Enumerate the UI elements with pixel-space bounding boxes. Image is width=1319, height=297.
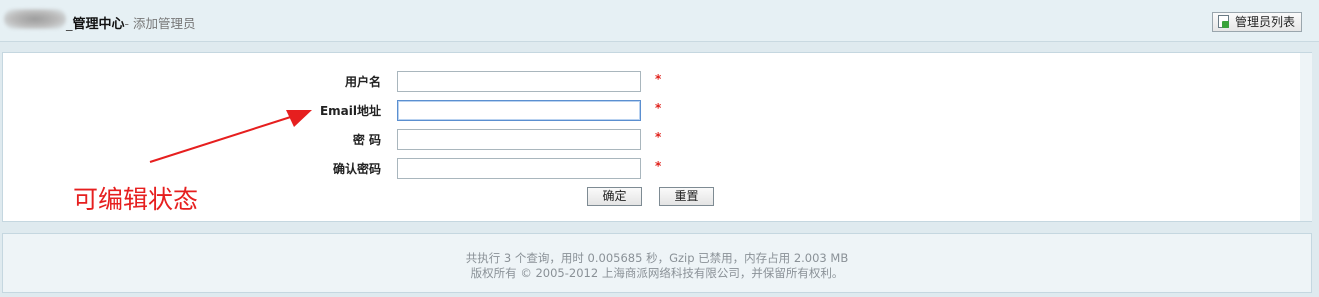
confirm-password-required-mark: *: [655, 159, 662, 173]
page-title: _管理中心- 添加管理员: [66, 13, 196, 32]
confirm-password-input[interactable]: [397, 158, 641, 179]
title-sub: - 添加管理员: [124, 16, 196, 31]
admin-list-button[interactable]: 管理员列表: [1212, 12, 1302, 32]
username-label: 用户名: [344, 75, 381, 89]
footer-stats: 共执行 3 个查询，用时 0.005685 秒，Gzip 已禁用，内存占用 2.…: [465, 251, 849, 265]
email-required-mark: *: [655, 101, 662, 115]
add-document-icon: [1218, 15, 1229, 28]
password-required-mark: *: [655, 130, 662, 144]
blurred-logo: [4, 9, 66, 29]
arrow-head: [286, 110, 312, 127]
footer-copyright: 版权所有 © 2005-2012 上海商派网络科技有限公司，并保留所有权利。: [470, 266, 844, 280]
page-footer: 共执行 3 个查询，用时 0.005685 秒，Gzip 已禁用，内存占用 2.…: [2, 233, 1312, 293]
reset-button[interactable]: 重置: [659, 187, 714, 206]
submit-button[interactable]: 确定: [587, 187, 642, 206]
admin-list-button-label: 管理员列表: [1235, 15, 1296, 29]
username-required-mark: *: [655, 72, 662, 86]
page-header: _管理中心- 添加管理员 管理员列表: [0, 0, 1319, 42]
annotation-text: 可编辑状态: [73, 185, 199, 214]
password-input[interactable]: [397, 129, 641, 150]
arrow-shaft: [149, 113, 301, 163]
title-main: 管理中心: [72, 17, 125, 32]
username-input[interactable]: [397, 71, 641, 92]
annotation-arrow: [149, 110, 312, 163]
panel-right-strip: [1300, 53, 1312, 221]
email-input[interactable]: [397, 100, 641, 121]
